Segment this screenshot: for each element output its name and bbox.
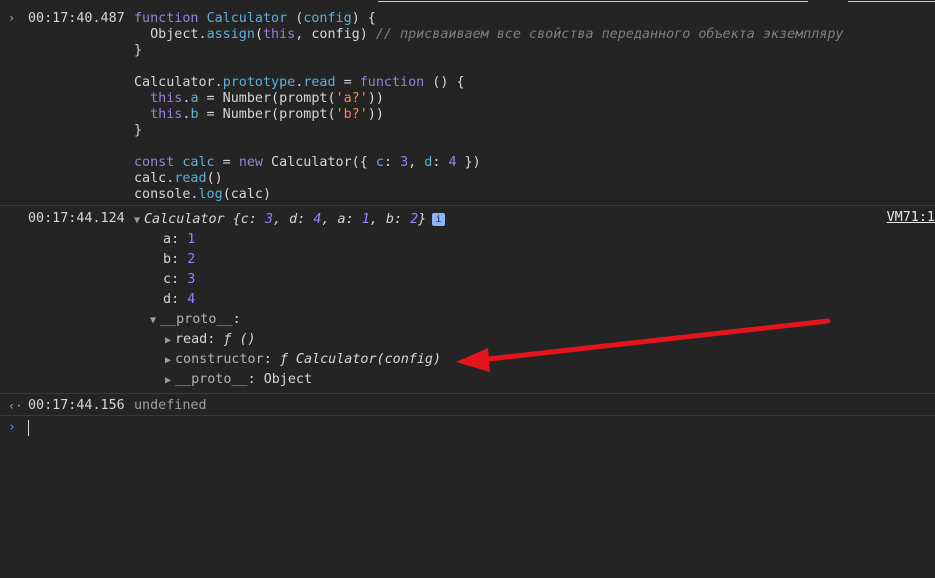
red-arrow-annotation [456,318,831,372]
